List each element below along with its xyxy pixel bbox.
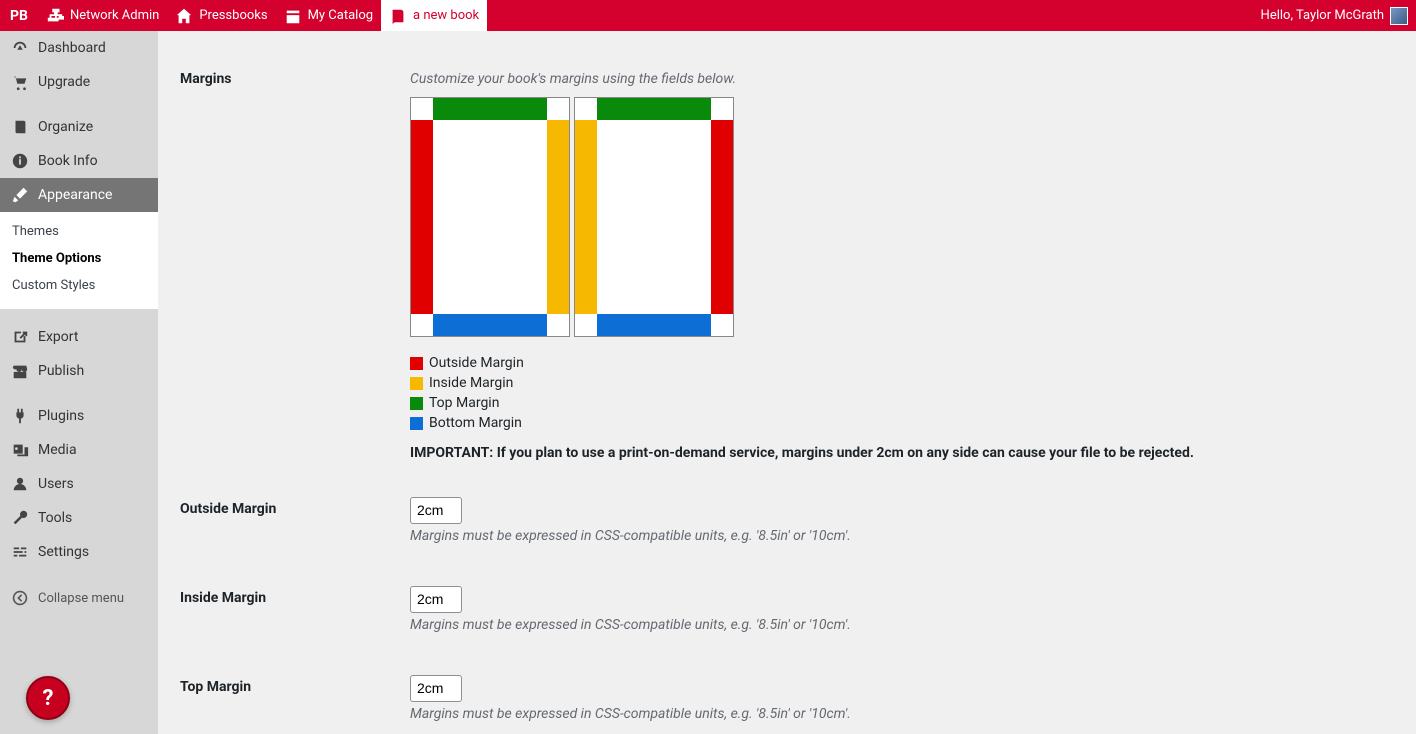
diagram-inside-margin — [575, 120, 597, 314]
sidebar-item-label: Publish — [38, 363, 84, 379]
submenu-item-theme-options[interactable]: Theme Options — [0, 245, 158, 272]
adminbar-my-catalog[interactable]: My Catalog — [276, 0, 381, 31]
sidebar-item-label: Settings — [38, 544, 89, 560]
diagram-inside-margin — [547, 120, 569, 314]
book-icon — [389, 7, 407, 25]
diagram-bottom-margin — [597, 314, 711, 336]
brush-icon — [10, 186, 30, 204]
input-inside-margin[interactable] — [410, 586, 462, 613]
swatch-outside — [410, 357, 423, 370]
sidebar-item-dashboard[interactable]: Dashboard — [0, 31, 158, 65]
sidebar-item-upgrade[interactable]: Upgrade — [0, 65, 158, 99]
sidebar-item-label: Book Info — [38, 153, 98, 169]
sidebar-item-media[interactable]: Media — [0, 433, 158, 467]
collapse-menu[interactable]: Collapse menu — [0, 580, 158, 616]
user-icon — [10, 475, 30, 493]
sidebar-item-label: Media — [38, 442, 77, 458]
sidebar-item-label: Plugins — [38, 408, 84, 424]
swatch-top — [410, 397, 423, 410]
adminbar-label: a new book — [413, 8, 479, 23]
submenu-item-themes[interactable]: Themes — [0, 218, 158, 245]
hint-inside: Margins must be expressed in CSS-compati… — [410, 617, 1386, 633]
legend-bottom: Bottom Margin — [429, 415, 522, 431]
help-beacon[interactable]: ? — [26, 676, 70, 720]
media-icon — [10, 441, 30, 459]
sidebar-item-tools[interactable]: Tools — [0, 501, 158, 535]
adminbar-label: My Catalog — [308, 8, 373, 23]
diagram-right-page — [574, 97, 734, 337]
diagram-top-margin — [597, 98, 711, 120]
sidebar-item-label: Upgrade — [38, 74, 90, 90]
sidebar-item-label: Export — [38, 329, 78, 345]
book-closed-icon — [10, 118, 30, 136]
gauge-icon — [10, 39, 30, 57]
hint-top: Margins must be expressed in CSS-compati… — [410, 706, 1386, 722]
field-label-top: Top Margin — [180, 659, 400, 734]
sitemap-icon — [46, 7, 64, 25]
sliders-icon — [10, 543, 30, 561]
pressbooks-logo[interactable]: PB — [0, 0, 38, 31]
margins-important-note: IMPORTANT: If you plan to use a print-on… — [410, 445, 1386, 461]
legend-top: Top Margin — [429, 395, 499, 411]
input-outside-margin[interactable] — [410, 497, 462, 524]
content-area: Margins Customize your book's margins us… — [158, 31, 1416, 734]
swatch-bottom — [410, 417, 423, 430]
store-icon — [10, 362, 30, 380]
margins-description: Customize your book's margins using the … — [410, 71, 1386, 87]
diagram-top-margin — [433, 98, 547, 120]
adminbar-network-admin[interactable]: Network Admin — [38, 0, 167, 31]
margins-legend: Outside Margin Inside Margin Top Margin … — [410, 355, 1386, 431]
plug-icon — [10, 407, 30, 425]
margins-diagram — [410, 97, 1386, 337]
input-top-margin[interactable] — [410, 675, 462, 702]
sidebar-item-book-info[interactable]: Book Info — [0, 144, 158, 178]
submenu-appearance: ThemesTheme OptionsCustom Styles — [0, 212, 158, 309]
diagram-bottom-margin — [433, 314, 547, 336]
submenu-item-custom-styles[interactable]: Custom Styles — [0, 272, 158, 299]
adminbar-label: Pressbooks — [199, 8, 267, 23]
sidebar-item-label: Dashboard — [38, 40, 106, 56]
sidebar-item-users[interactable]: Users — [0, 467, 158, 501]
field-label-outside: Outside Margin — [180, 481, 400, 570]
greeting-text: Hello, Taylor McGrath — [1261, 8, 1384, 23]
margins-heading: Margins — [180, 51, 400, 481]
field-label-inside: Inside Margin — [180, 570, 400, 659]
sidebar-item-plugins[interactable]: Plugins — [0, 399, 158, 433]
adminbar-a-new-book[interactable]: a new book — [381, 0, 487, 31]
sidebar-item-label: Tools — [38, 510, 72, 526]
adminbar-pressbooks[interactable]: Pressbooks — [167, 0, 275, 31]
diagram-outside-margin — [411, 120, 433, 314]
diagram-left-page — [410, 97, 570, 337]
collapse-icon — [10, 590, 30, 606]
sidebar-item-label: Organize — [38, 119, 93, 135]
admin-sidebar: Dashboard Upgrade Organize Book Info Appeara… — [0, 31, 158, 734]
catalog-icon — [284, 7, 302, 25]
hint-outside: Margins must be expressed in CSS-compati… — [410, 528, 1386, 544]
swatch-inside — [410, 377, 423, 390]
legend-outside: Outside Margin — [429, 355, 524, 371]
user-greeting[interactable]: Hello, Taylor McGrath — [1253, 0, 1416, 31]
legend-inside: Inside Margin — [429, 375, 513, 391]
sidebar-item-settings[interactable]: Settings — [0, 535, 158, 569]
collapse-label: Collapse menu — [38, 591, 124, 606]
admin-bar: PB Network Admin Pressbooks My Catalog a ne… — [0, 0, 1416, 31]
avatar — [1390, 7, 1408, 25]
wrench-icon — [10, 509, 30, 527]
cart-icon — [10, 73, 30, 91]
adminbar-label: Network Admin — [70, 8, 159, 23]
sidebar-item-appearance[interactable]: Appearance — [0, 178, 158, 212]
sidebar-item-label: Users — [38, 476, 74, 492]
sidebar-item-publish[interactable]: Publish — [0, 354, 158, 388]
export-icon — [10, 328, 30, 346]
sidebar-item-export[interactable]: Export — [0, 320, 158, 354]
info-icon — [10, 152, 30, 170]
home-icon — [175, 7, 193, 25]
sidebar-item-organize[interactable]: Organize — [0, 110, 158, 144]
sidebar-item-label: Appearance — [38, 187, 112, 203]
diagram-outside-margin — [711, 120, 733, 314]
